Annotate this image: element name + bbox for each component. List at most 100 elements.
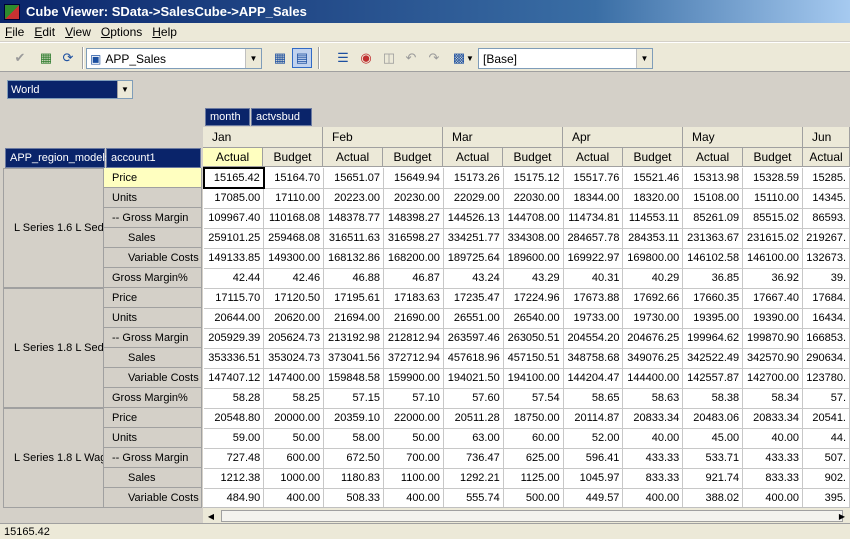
data-cell[interactable]: 736.47 bbox=[443, 448, 504, 469]
data-cell[interactable]: 290634. bbox=[802, 348, 850, 369]
data-cell[interactable]: 433.33 bbox=[622, 448, 684, 469]
account-header[interactable]: Variable Costs bbox=[104, 488, 202, 508]
data-cell[interactable]: 189725.64 bbox=[443, 248, 504, 269]
data-cell[interactable]: 1292.21 bbox=[443, 468, 504, 489]
account-header[interactable]: Sales bbox=[104, 348, 202, 368]
data-cell[interactable]: 400.00 bbox=[742, 488, 804, 507]
account-header[interactable]: -- Gross Margin bbox=[104, 448, 202, 468]
data-cell[interactable]: 1212.38 bbox=[204, 468, 265, 489]
data-cell[interactable]: 20644.00 bbox=[204, 308, 265, 329]
data-cell[interactable]: 18750.00 bbox=[503, 408, 564, 429]
data-cell[interactable]: 110168.08 bbox=[263, 208, 325, 229]
data-cell[interactable]: 169922.97 bbox=[563, 248, 624, 269]
account-header[interactable]: Units bbox=[104, 428, 202, 448]
data-cell[interactable]: 19733.00 bbox=[563, 308, 624, 329]
data-cell[interactable]: 17183.63 bbox=[383, 288, 444, 309]
data-cell[interactable]: 159900.00 bbox=[383, 368, 444, 389]
data-cell[interactable]: 159848.58 bbox=[323, 368, 384, 389]
data-cell[interactable]: 284657.78 bbox=[563, 228, 624, 249]
menu-edit[interactable]: Edit bbox=[29, 25, 60, 39]
data-cell[interactable]: 45.00 bbox=[682, 428, 744, 449]
actual-header[interactable]: Actual bbox=[443, 148, 503, 166]
account-header[interactable]: Price bbox=[104, 168, 202, 188]
data-cell[interactable]: 457618.96 bbox=[443, 348, 504, 369]
view-select[interactable]: ▣ APP_Sales ▼ bbox=[86, 48, 262, 69]
data-cell[interactable]: 132673. bbox=[802, 248, 850, 269]
data-cell[interactable]: 109967.40 bbox=[204, 208, 265, 229]
data-cell[interactable]: 625.00 bbox=[503, 448, 564, 469]
data-cell[interactable]: 17224.96 bbox=[503, 288, 564, 309]
title-dimension-select[interactable]: World ▼ bbox=[7, 80, 133, 99]
data-cell[interactable]: 40.29 bbox=[622, 268, 684, 289]
data-cell[interactable]: 17660.35 bbox=[682, 288, 744, 309]
data-cell[interactable]: 20620.00 bbox=[263, 308, 325, 329]
data-cell[interactable]: 400.00 bbox=[383, 488, 444, 507]
data-cell[interactable]: 205929.39 bbox=[204, 328, 265, 349]
data-cell[interactable]: 219267. bbox=[802, 228, 850, 249]
column-dim-month[interactable]: month bbox=[205, 108, 250, 126]
export-icon[interactable]: ▤ bbox=[292, 48, 312, 68]
data-cell[interactable]: 20833.34 bbox=[742, 408, 804, 429]
data-cell[interactable]: 46.87 bbox=[383, 268, 444, 289]
data-cell[interactable]: 194021.50 bbox=[443, 368, 504, 389]
data-cell[interactable]: 85515.02 bbox=[742, 208, 804, 229]
data-cell[interactable]: 60.00 bbox=[503, 428, 564, 449]
column-dim-actvsbud[interactable]: actvsbud bbox=[251, 108, 312, 126]
chevron-down-icon[interactable]: ▼ bbox=[245, 49, 261, 68]
data-cell[interactable]: 142557.87 bbox=[682, 368, 744, 389]
save-icon[interactable]: ▦ bbox=[36, 48, 56, 68]
data-cell[interactable]: 342522.49 bbox=[682, 348, 744, 369]
data-cell[interactable]: 259101.25 bbox=[204, 228, 265, 249]
month-header[interactable]: Mar bbox=[443, 127, 563, 147]
data-cell[interactable]: 20230.00 bbox=[383, 188, 444, 209]
data-cell[interactable]: 400.00 bbox=[622, 488, 684, 507]
data-cell[interactable]: 57.15 bbox=[323, 388, 384, 409]
data-cell[interactable]: 507. bbox=[802, 448, 850, 469]
data-cell[interactable]: 600.00 bbox=[263, 448, 325, 469]
account-header[interactable]: Units bbox=[104, 308, 202, 328]
data-cell[interactable]: 144708.00 bbox=[503, 208, 564, 229]
subset-select[interactable]: [Base] ▼ bbox=[478, 48, 653, 69]
data-cell[interactable]: 142700.00 bbox=[742, 368, 804, 389]
month-header[interactable]: Apr bbox=[563, 127, 683, 147]
budget-header[interactable]: Budget bbox=[503, 148, 563, 166]
data-cell[interactable]: 334251.77 bbox=[443, 228, 504, 249]
data-cell[interactable]: 19730.00 bbox=[622, 308, 684, 329]
data-cell[interactable]: 114734.81 bbox=[563, 208, 624, 229]
data-cell[interactable]: 212812.94 bbox=[383, 328, 444, 349]
month-header[interactable]: Feb bbox=[323, 127, 443, 147]
data-cell[interactable]: 727.48 bbox=[204, 448, 265, 469]
data-cell[interactable]: 1000.00 bbox=[263, 468, 325, 489]
data-cell[interactable]: 15328.59 bbox=[742, 168, 804, 189]
data-cell[interactable]: 15173.26 bbox=[443, 168, 504, 189]
data-cell[interactable]: 921.74 bbox=[682, 468, 744, 489]
data-cell[interactable]: 17085.00 bbox=[204, 188, 265, 209]
data-cell[interactable]: 146102.58 bbox=[682, 248, 744, 269]
data-cell[interactable]: 205624.73 bbox=[263, 328, 325, 349]
data-cell[interactable]: 1100.00 bbox=[383, 468, 444, 489]
data-cell[interactable]: 58.38 bbox=[682, 388, 744, 409]
data-cell[interactable]: 15108.00 bbox=[682, 188, 744, 209]
data-cell[interactable]: 533.71 bbox=[682, 448, 744, 469]
dropdown-arrow-icon[interactable]: ▼ bbox=[464, 48, 476, 68]
scroll-right-icon[interactable]: ▶ bbox=[835, 509, 849, 523]
account-header[interactable]: Variable Costs bbox=[104, 368, 202, 388]
account-header[interactable]: Units bbox=[104, 188, 202, 208]
data-cell[interactable]: 52.00 bbox=[563, 428, 624, 449]
data-cell[interactable]: 20114.87 bbox=[563, 408, 624, 429]
data-cell[interactable]: 17692.66 bbox=[622, 288, 684, 309]
data-cell[interactable]: 63.00 bbox=[443, 428, 504, 449]
data-cell[interactable]: 388.02 bbox=[682, 488, 744, 507]
data-cell[interactable]: 148398.27 bbox=[383, 208, 444, 229]
data-cell[interactable]: 58.00 bbox=[323, 428, 384, 449]
data-cell[interactable]: 194100.00 bbox=[503, 368, 564, 389]
data-cell[interactable]: 15110.00 bbox=[742, 188, 804, 209]
data-cell[interactable]: 19390.00 bbox=[742, 308, 804, 329]
data-cell[interactable]: 169800.00 bbox=[622, 248, 684, 269]
data-cell[interactable]: 349076.25 bbox=[622, 348, 684, 369]
data-cell[interactable]: 17235.47 bbox=[443, 288, 504, 309]
data-cell[interactable]: 144204.47 bbox=[563, 368, 624, 389]
budget-header[interactable]: Budget bbox=[743, 148, 803, 166]
data-cell[interactable]: 17667.40 bbox=[742, 288, 804, 309]
region-header[interactable]: L Series 1.8 L Wagon bbox=[3, 408, 104, 508]
